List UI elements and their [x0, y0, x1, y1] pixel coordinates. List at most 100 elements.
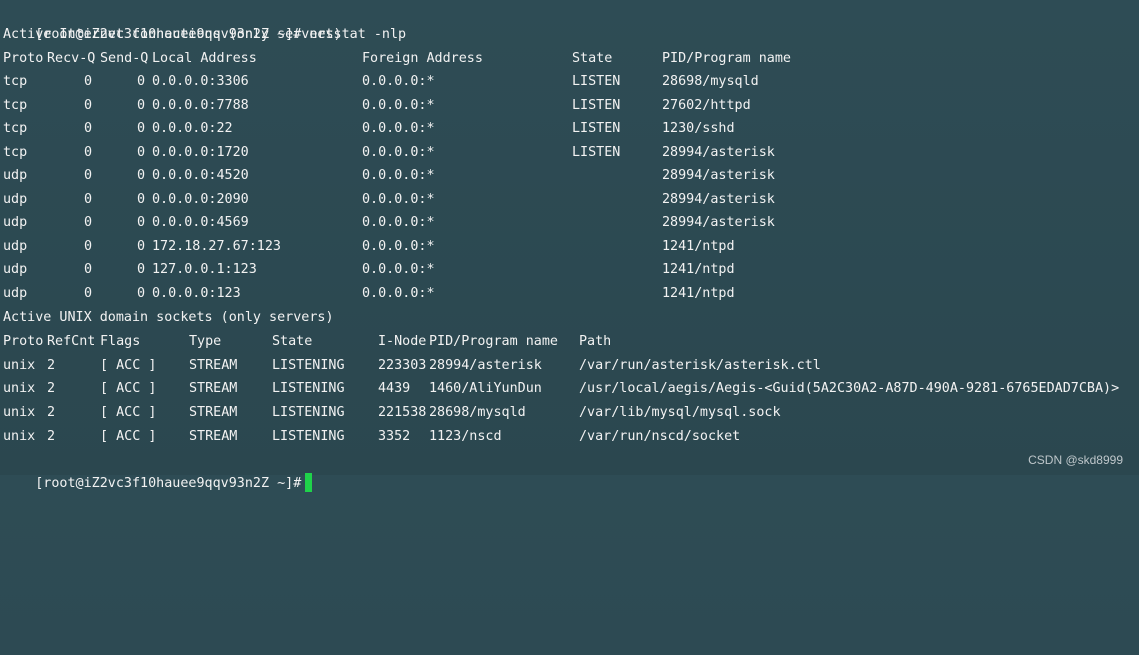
unix-flags: [ ACC ] — [100, 404, 157, 420]
unix-col-pid: PID/Program name — [429, 334, 558, 349]
inet-row: tcp 0 0 0.0.0.0:7788 0.0.0.0:* LISTEN 27… — [3, 94, 1136, 117]
inet-local: 0.0.0.0:2090 — [152, 191, 249, 207]
unix-state: LISTENING — [272, 381, 345, 396]
inet-pid: 28698/mysqld — [662, 74, 759, 89]
inet-recvq: 0 — [84, 74, 93, 89]
watermark: CSDN @skd8999 — [1028, 453, 1123, 467]
inet-row: udp 0 0 172.18.27.67:123 0.0.0.0:* 1241/… — [3, 235, 1136, 258]
unix-pid: 28698/mysqld — [429, 404, 526, 420]
inet-pid: 27602/httpd — [662, 97, 751, 113]
unix-row: unix 2 [ ACC ] STREAM LISTENING 221538 2… — [3, 401, 1136, 424]
inet-sendq: 0 — [137, 74, 146, 89]
unix-inode: 223303 — [378, 357, 427, 373]
inet-foreign: 0.0.0.0:* — [362, 262, 435, 277]
inet-row: udp 0 0 0.0.0.0:123 0.0.0.0:* 1241/ntpd — [3, 282, 1136, 305]
inet-proto: udp — [3, 191, 28, 207]
unix-row: unix 2 [ ACC ] STREAM LISTENING 3352 112… — [3, 425, 1136, 448]
inet-recvq: 0 — [84, 215, 93, 230]
inet-proto: udp — [3, 168, 28, 183]
inet-sendq: 0 — [137, 97, 146, 113]
unix-col-flags: Flags — [100, 334, 141, 349]
inet-row: udp 0 0 127.0.0.1:123 0.0.0.0:* 1241/ntp… — [3, 258, 1136, 281]
terminal-window[interactable]: [root@iZ2vc3f10hauee9qqv93n2Z ~]# netsta… — [3, 0, 1136, 492]
inet-local: 0.0.0.0:123 — [152, 286, 241, 301]
inet-row: udp 0 0 0.0.0.0:4569 0.0.0.0:* 28994/ast… — [3, 211, 1136, 234]
inet-pid: 28994/asterisk — [662, 168, 775, 183]
inet-pid: 28994/asterisk — [662, 144, 775, 160]
unix-col-path: Path — [579, 334, 612, 349]
inet-sendq: 0 — [137, 121, 146, 136]
inet-proto: udp — [3, 262, 28, 277]
inet-sendq: 0 — [137, 144, 146, 160]
inet-foreign: 0.0.0.0:* — [362, 286, 435, 301]
inet-foreign: 0.0.0.0:* — [362, 74, 435, 89]
inet-sendq: 0 — [137, 238, 146, 254]
inet-sendq: 0 — [137, 262, 146, 277]
unix-state: LISTENING — [272, 404, 345, 420]
unix-col-refcnt: RefCnt — [47, 334, 96, 349]
inet-row: tcp 0 0 0.0.0.0:22 0.0.0.0:* LISTEN 1230… — [3, 117, 1136, 140]
unix-section-header: Active UNIX domain sockets (only servers… — [3, 310, 334, 325]
text-cursor — [305, 472, 313, 492]
inet-foreign: 0.0.0.0:* — [362, 238, 435, 254]
inet-local: 0.0.0.0:7788 — [152, 97, 249, 113]
unix-col-inode: I-Node — [378, 334, 427, 349]
inet-pid: 1230/sshd — [662, 121, 735, 136]
inet-recvq: 0 — [84, 191, 93, 207]
unix-state: LISTENING — [272, 428, 345, 444]
inet-proto: tcp — [3, 97, 28, 113]
inet-proto: udp — [3, 238, 28, 254]
inet-col-pid: PID/Program name — [662, 50, 791, 66]
inet-proto: tcp — [3, 121, 28, 136]
inet-section-header: Active Internet connections (only server… — [3, 27, 342, 42]
unix-type: STREAM — [189, 357, 238, 373]
inet-local: 0.0.0.0:3306 — [152, 74, 249, 89]
inet-state: LISTEN — [572, 121, 621, 136]
command-line: [root@iZ2vc3f10hauee9qqv93n2Z ~]# netsta… — [3, 0, 406, 42]
unix-refcnt: 2 — [47, 404, 56, 420]
inet-row: udp 0 0 0.0.0.0:4520 0.0.0.0:* 28994/ast… — [3, 164, 1136, 187]
unix-refcnt: 2 — [47, 357, 56, 373]
inet-state: LISTEN — [572, 74, 621, 89]
unix-path: /var/run/asterisk/asterisk.ctl — [579, 357, 821, 373]
inet-foreign: 0.0.0.0:* — [362, 168, 435, 183]
inet-recvq: 0 — [84, 286, 93, 301]
inet-foreign: 0.0.0.0:* — [362, 191, 435, 207]
inet-sendq: 0 — [137, 215, 146, 230]
inet-pid: 28994/asterisk — [662, 215, 775, 230]
unix-proto: unix — [3, 404, 36, 420]
prompt-line[interactable]: [root@iZ2vc3f10hauee9qqv93n2Z ~]# — [3, 449, 313, 492]
inet-col-local: Local Address — [152, 50, 257, 66]
unix-inode: 4439 — [378, 381, 411, 396]
inet-recvq: 0 — [84, 168, 93, 183]
inet-recvq: 0 — [84, 121, 93, 136]
inet-col-foreign: Foreign Address — [362, 50, 483, 66]
unix-pid: 1460/AliYunDun — [429, 381, 542, 396]
inet-row: udp 0 0 0.0.0.0:2090 0.0.0.0:* 28994/ast… — [3, 188, 1136, 211]
inet-pid: 1241/ntpd — [662, 238, 735, 254]
inet-local: 0.0.0.0:1720 — [152, 144, 249, 160]
unix-type: STREAM — [189, 428, 238, 444]
inet-state: LISTEN — [572, 97, 621, 113]
unix-pid: 28994/asterisk — [429, 357, 542, 373]
inet-pid: 1241/ntpd — [662, 286, 735, 301]
unix-type: STREAM — [189, 404, 238, 420]
inet-row: tcp 0 0 0.0.0.0:1720 0.0.0.0:* LISTEN 28… — [3, 141, 1136, 164]
inet-col-sendq: Send-Q — [100, 50, 149, 66]
unix-path: /usr/local/aegis/Aegis-<Guid(5A2C30A2-A8… — [579, 381, 1120, 396]
unix-proto: unix — [3, 428, 36, 444]
inet-pid: 28994/asterisk — [662, 191, 775, 207]
inet-foreign: 0.0.0.0:* — [362, 121, 435, 136]
inet-foreign: 0.0.0.0:* — [362, 144, 435, 160]
shell-prompt: [root@iZ2vc3f10hauee9qqv93n2Z ~]# — [35, 476, 302, 491]
inet-sendq: 0 — [137, 168, 146, 183]
inet-col-recvq: Recv-Q — [47, 50, 96, 66]
unix-row: unix 2 [ ACC ] STREAM LISTENING 223303 2… — [3, 354, 1136, 377]
inet-recvq: 0 — [84, 262, 93, 277]
inet-row: tcp 0 0 0.0.0.0:3306 0.0.0.0:* LISTEN 28… — [3, 70, 1136, 93]
inet-pid: 1241/ntpd — [662, 262, 735, 277]
unix-refcnt: 2 — [47, 381, 56, 396]
inet-proto: udp — [3, 215, 28, 230]
unix-row: unix 2 [ ACC ] STREAM LISTENING 4439 146… — [3, 377, 1136, 400]
unix-proto: unix — [3, 357, 36, 373]
